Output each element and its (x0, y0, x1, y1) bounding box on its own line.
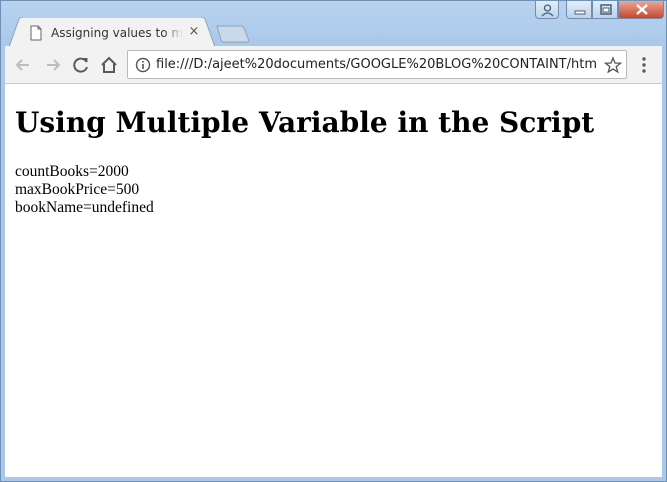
page-heading: Using Multiple Variable in the Script (15, 106, 595, 139)
restore-icon (600, 4, 612, 15)
forward-arrow-icon[interactable] (43, 55, 63, 75)
home-icon[interactable] (99, 55, 119, 75)
output-line-count-books: countBooks=2000 (15, 163, 129, 180)
output-line-book-name: bookName=undefined (15, 199, 154, 216)
info-icon[interactable] (135, 57, 151, 73)
back-arrow-icon[interactable] (13, 55, 33, 75)
browser-window: Assigning values to multi × file:///D:/a… (0, 0, 667, 482)
address-bar[interactable]: file:///D:/ajeet%20documents/GOOGLE%20BL… (127, 50, 627, 79)
menu-icon[interactable] (641, 56, 647, 74)
minimize-button[interactable] (566, 1, 592, 19)
page-icon (30, 25, 42, 41)
reload-icon[interactable] (71, 55, 91, 75)
close-window-button[interactable] (618, 1, 664, 19)
new-tab-button[interactable] (215, 25, 251, 43)
output-line-max-book-price: maxBookPrice=500 (15, 181, 140, 198)
url-text[interactable]: file:///D:/ajeet%20documents/GOOGLE%20BL… (156, 56, 596, 74)
tab-close-button[interactable]: × (188, 25, 200, 38)
star-icon[interactable] (604, 56, 622, 74)
script-output: countBooks=2000 maxBookPrice=500 bookNam… (15, 163, 154, 217)
maximize-button[interactable] (592, 1, 618, 19)
page-viewport: Using Multiple Variable in the Script co… (5, 84, 662, 477)
user-icon (541, 4, 554, 17)
tab-title: Assigning values to multi (51, 26, 183, 40)
profile-button[interactable] (535, 1, 559, 19)
browser-toolbar: file:///D:/ajeet%20documents/GOOGLE%20BL… (5, 46, 662, 84)
minimize-icon (574, 10, 586, 15)
close-icon (636, 4, 648, 15)
